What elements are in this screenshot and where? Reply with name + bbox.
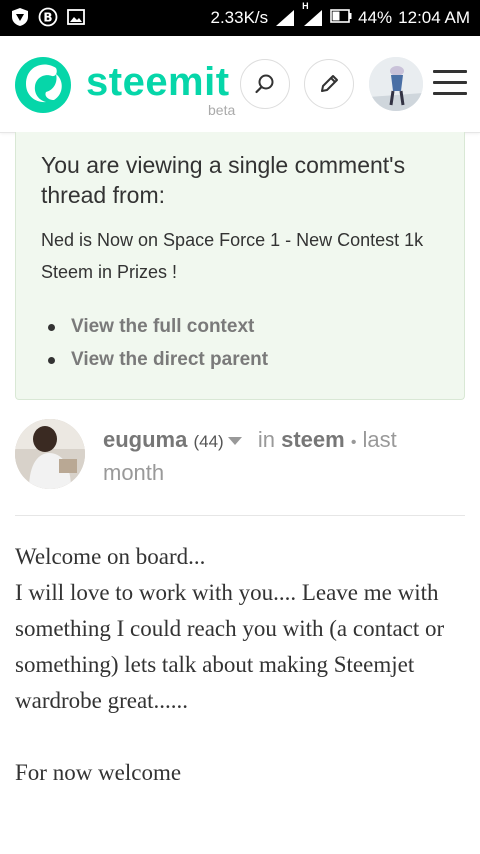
view-direct-parent-link[interactable]: View the direct parent [44,347,268,380]
comment-paragraph: Welcome on board... [15,544,206,569]
user-avatar[interactable] [369,57,423,111]
author-reputation: (44) [193,432,224,451]
logo-wordmark[interactable]: steemit [86,60,230,105]
notice-title: You are viewing a single comment's threa… [41,152,406,208]
clock: 12:04 AM [398,8,470,27]
menu-icon[interactable] [433,70,467,98]
author-name[interactable]: euguma [103,427,187,452]
pencil-icon [321,75,338,92]
parent-post-link[interactable]: Ned is Now on Space Force 1 - New Contes… [41,224,446,288]
comment-paragraph [15,719,473,755]
comment-paragraph: I will love to work with you.... Leave m… [15,580,445,713]
single-thread-notice: You are viewing a single comment's threa… [15,132,465,400]
svg-text:B: B [43,11,52,25]
context-links: View the full context View the direct pa… [44,314,268,380]
image-icon [66,7,86,27]
mobile-signal-icon: H [302,1,324,27]
battery-percent: 44% [358,8,393,27]
comment-paragraph: For now welcome [15,760,182,785]
community-tag[interactable]: steem [281,427,345,452]
divider [15,515,465,516]
submit-story-button[interactable] [304,59,354,109]
site-header: steemit beta [0,36,480,133]
bitcoin-icon: B [38,7,58,27]
status-icons-right: 2.33K/s H 44% 12:04 AM [210,0,470,36]
comment-body: Welcome on board... I will love to work … [15,539,473,791]
network-type-label: H [302,1,309,11]
steemit-logo-icon[interactable] [14,56,72,114]
search-icon [255,74,274,94]
author-avatar[interactable] [15,419,85,489]
meta-separator: • [350,434,357,451]
network-speed: 2.33K/s [210,8,269,27]
search-button[interactable] [240,59,290,109]
in-label: in [257,427,275,452]
chevron-down-icon[interactable] [227,437,242,446]
status-bar: B 2.33K/s H 44% 12:04 AM [0,0,480,36]
status-icons-left: B [10,7,86,27]
view-full-context-link[interactable]: View the full context [44,314,268,347]
comment-meta: euguma (44) in steem • last month [103,425,433,488]
battery-icon [330,8,352,28]
beta-badge: beta [208,102,236,118]
wifi-signal-icon [276,10,295,26]
vpn-icon [10,7,30,27]
